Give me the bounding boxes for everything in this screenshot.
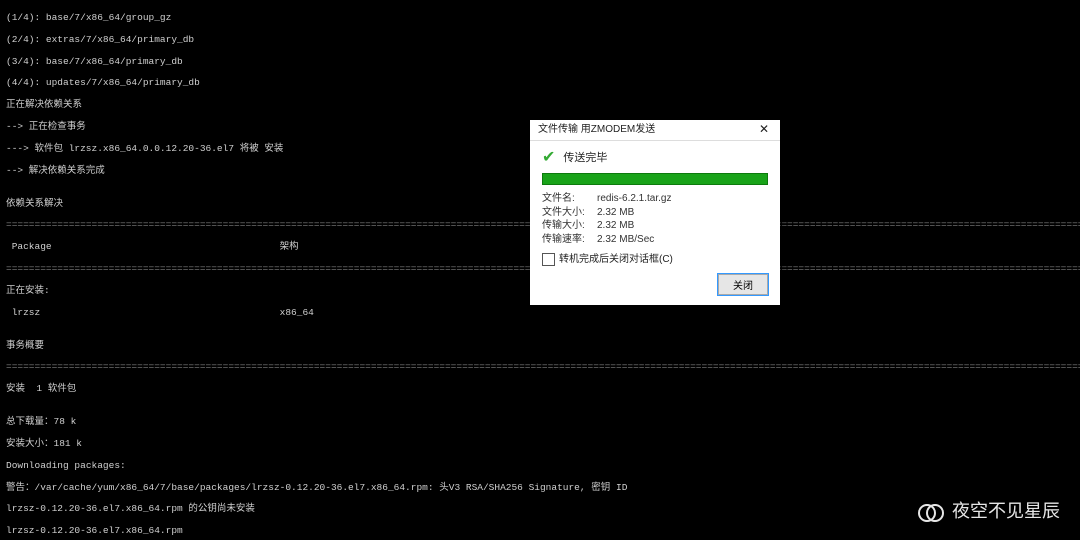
transfer-status-text: 传送完毕 <box>563 152 607 165</box>
value-filesize: 2.32 MB <box>597 207 768 219</box>
output-line: 正在解决依赖关系 <box>6 100 1074 111</box>
label-transfersize: 传输大小: <box>542 220 597 232</box>
close-button[interactable]: 关闭 <box>718 274 768 295</box>
divider: ========================================… <box>6 362 1074 373</box>
output-line: Downloading packages: <box>6 461 1074 472</box>
wechat-icon <box>918 500 944 522</box>
output-line: 事务概要 <box>6 341 1074 352</box>
output-line: 安装 1 软件包 <box>6 384 1074 395</box>
label-speed: 传输速率: <box>542 234 597 246</box>
label-filename: 文件名: <box>542 193 597 205</box>
watermark: 夜空不见星辰 <box>918 500 1060 522</box>
progress-bar <box>542 173 768 185</box>
watermark-text: 夜空不见星辰 <box>952 501 1060 522</box>
output-line: lrzsz-0.12.20-36.el7.x86_64.rpm 的公钥尚未安装 <box>6 504 1074 515</box>
output-line: lrzsz-0.12.20-36.el7.x86_64.rpm <box>6 526 1074 537</box>
output-line: 总下载量：78 k <box>6 417 1074 428</box>
output-line: (4/4): updates/7/x86_64/primary_db <box>6 78 1074 89</box>
close-after-checkbox-row[interactable]: 转机完成后关闭对话框(C) <box>542 253 768 266</box>
output-line: (1/4): base/7/x86_64/group_gz <box>6 13 1074 24</box>
value-speed: 2.32 MB/Sec <box>597 234 768 246</box>
checkbox-icon[interactable] <box>542 253 555 266</box>
check-icon: ✔ <box>542 149 555 167</box>
checkbox-label: 转机完成后关闭对话框(C) <box>559 254 673 266</box>
label-filesize: 文件大小: <box>542 207 597 219</box>
dialog-title-text: 文件传输 用ZMODEM发送 <box>538 124 655 136</box>
output-line: (3/4): base/7/x86_64/primary_db <box>6 57 1074 68</box>
transfer-status-row: ✔ 传送完毕 <box>542 149 768 167</box>
zmodem-transfer-dialog: 文件传输 用ZMODEM发送 ✕ ✔ 传送完毕 文件名: redis-6.2.1… <box>530 120 780 305</box>
output-line: 安装大小：181 k <box>6 439 1074 450</box>
transfer-info-grid: 文件名: redis-6.2.1.tar.gz 文件大小: 2.32 MB 传输… <box>542 193 768 245</box>
table-row: lrzsz x86_64 base <box>6 308 1074 319</box>
value-filename: redis-6.2.1.tar.gz <box>597 193 768 205</box>
output-line: (2/4): extras/7/x86_64/primary_db <box>6 35 1074 46</box>
value-transfersize: 2.32 MB <box>597 220 768 232</box>
close-icon[interactable]: ✕ <box>752 123 776 137</box>
output-line: 警告：/var/cache/yum/x86_64/7/base/packages… <box>6 483 1074 494</box>
dialog-titlebar[interactable]: 文件传输 用ZMODEM发送 ✕ <box>530 120 780 141</box>
